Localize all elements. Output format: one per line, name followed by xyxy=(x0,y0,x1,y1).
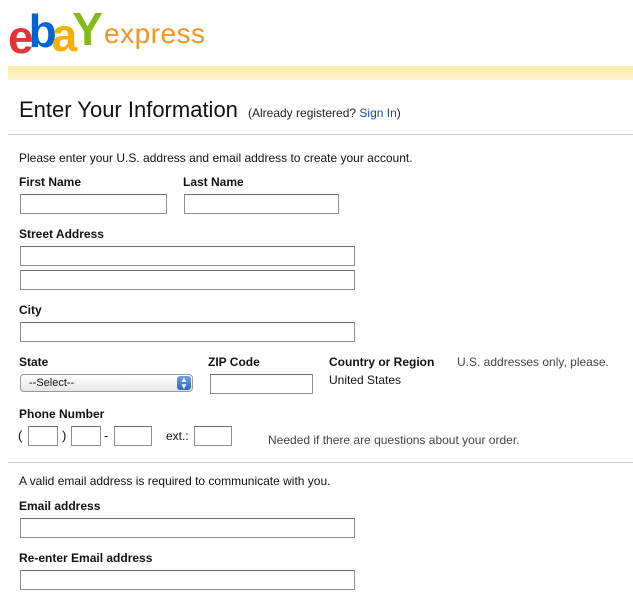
already-registered-note: (Already registered? Sign In) xyxy=(248,106,401,120)
ebay-logo[interactable]: ebaY xyxy=(8,4,103,62)
first-name-label: First Name xyxy=(19,175,82,189)
zip-code-input[interactable] xyxy=(210,374,313,394)
street-address-line1-input[interactable] xyxy=(20,246,355,266)
email-intro: A valid email address is required to com… xyxy=(19,474,331,488)
zip-code-label: ZIP Code xyxy=(208,355,260,369)
email-label: Email address xyxy=(19,499,101,513)
country-label: Country or Region xyxy=(329,355,435,369)
phone-ext-label: ext.: xyxy=(166,429,189,443)
logo-letter-a: a xyxy=(51,9,77,61)
logo-letter-y: Y xyxy=(72,3,103,55)
updown-arrows-icon: ▲ ▼ xyxy=(177,376,191,391)
city-input[interactable] xyxy=(20,322,355,342)
divider-top xyxy=(8,134,633,135)
sign-in-link[interactable]: Sign In xyxy=(359,106,396,120)
us-only-note: U.S. addresses only, please. xyxy=(457,355,609,369)
already-registered-prefix: (Already registered? xyxy=(248,106,357,120)
phone-number-label: Phone Number xyxy=(19,407,105,421)
already-registered-suffix: ) xyxy=(396,106,401,120)
state-select[interactable]: --Select-- ▲ ▼ xyxy=(20,374,193,392)
phone-ext-input[interactable] xyxy=(194,426,232,446)
last-name-input[interactable] xyxy=(184,194,339,214)
header-bar xyxy=(8,66,633,80)
street-address-line2-input[interactable] xyxy=(20,270,355,290)
page-title: Enter Your Information xyxy=(19,97,238,122)
email-input[interactable] xyxy=(20,518,355,538)
phone-prefix-input[interactable] xyxy=(71,426,101,446)
phone-area-code-input[interactable] xyxy=(28,426,58,446)
divider-middle xyxy=(8,462,633,463)
phone-line-input[interactable] xyxy=(114,426,152,446)
phone-close-paren: ) xyxy=(62,428,67,443)
street-address-label: Street Address xyxy=(19,227,104,241)
first-name-input[interactable] xyxy=(20,194,167,214)
state-label: State xyxy=(19,355,49,369)
city-label: City xyxy=(19,303,42,317)
country-value: United States xyxy=(329,373,402,387)
reenter-email-input[interactable] xyxy=(20,570,355,590)
state-selected-value: --Select-- xyxy=(29,377,75,389)
last-name-label: Last Name xyxy=(183,175,244,189)
phone-note: Needed if there are questions about your… xyxy=(268,433,520,447)
logo-letter-b: b xyxy=(28,5,57,57)
address-intro: Please enter your U.S. address and email… xyxy=(19,151,413,165)
logo-letter-e: e xyxy=(8,11,33,63)
phone-dash: - xyxy=(104,428,109,443)
reenter-email-label: Re-enter Email address xyxy=(19,551,153,565)
express-wordmark: express xyxy=(104,18,206,49)
phone-open-paren: ( xyxy=(18,428,23,443)
